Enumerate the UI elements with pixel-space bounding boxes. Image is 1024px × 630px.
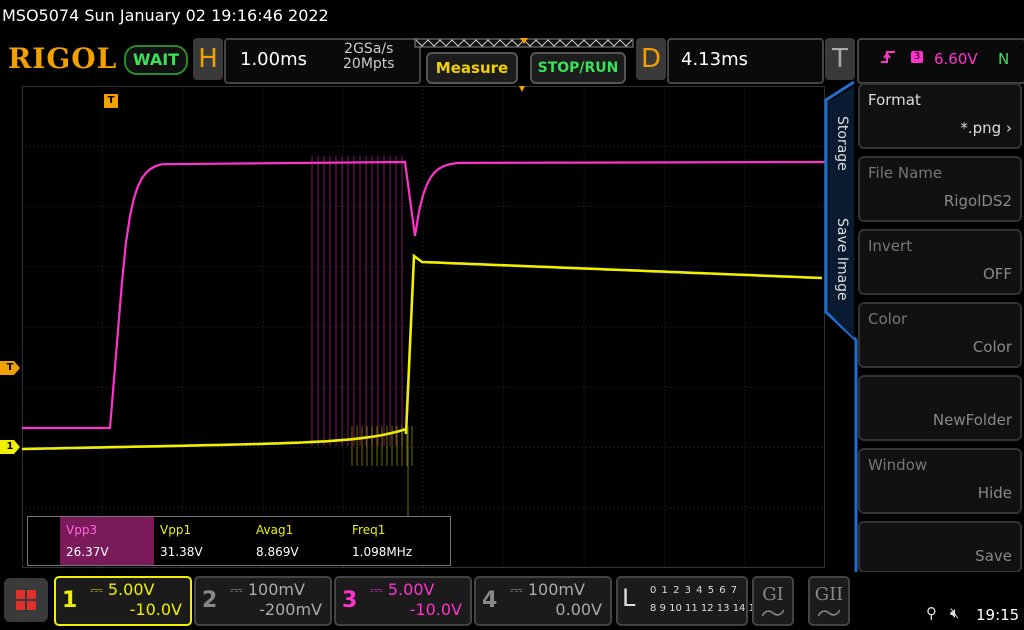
menu-new-folder[interactable]: NewFolder: [858, 375, 1022, 441]
usb-icon: ⚲: [926, 604, 937, 622]
rising-edge-icon: [880, 49, 896, 69]
dc-coupling-icon: ⎓: [230, 580, 243, 599]
logic-channels-row2: 8 9 10 11 12 13 14 15: [650, 603, 762, 614]
measurement-freq1[interactable]: Freq1 1.098MHz: [346, 517, 440, 565]
delay-value: 4.13ms: [681, 49, 748, 70]
measurement-vpp3[interactable]: Vpp3 26.37V: [60, 517, 154, 565]
dc-coupling-icon: ⎓: [90, 580, 103, 599]
trigger-label[interactable]: T: [825, 38, 855, 80]
rigol-logo: RIGOL: [8, 42, 118, 75]
decoder-2-button[interactable]: GII: [808, 576, 850, 626]
logic-analyzer-label: L: [622, 584, 636, 612]
measurement-panel: Vpp3 26.37V Vpp1 31.38V Avag1 8.869V Fre…: [27, 516, 451, 566]
logic-channels-row1: 0 1 2 3 4 5 6 7: [650, 585, 739, 596]
clock: 19:15: [976, 606, 1020, 624]
window-title: MSO5074 Sun January 02 19:16:46 2022: [2, 6, 329, 25]
measure-button[interactable]: Measure: [426, 52, 518, 84]
memory-position-bar: [414, 38, 634, 48]
channel-2-box[interactable]: 2 ⎓ 100mV -200mV: [194, 576, 332, 626]
trigger-mode: N: [998, 50, 1010, 68]
tab-storage[interactable]: Storage: [834, 116, 850, 171]
channel-4-box[interactable]: 4 ⎓ 100mV 0.00V: [474, 576, 612, 626]
ch1-ground-marker[interactable]: 1: [0, 440, 20, 454]
trigger-level-marker[interactable]: T: [0, 361, 20, 375]
dc-coupling-icon: ⎓: [370, 580, 383, 599]
channel-1-box[interactable]: 1 ⎓ 5.00V -10.0V: [54, 576, 192, 626]
trigger-level: 6.60V: [934, 50, 978, 68]
menu-file-name[interactable]: File Name RigolDS2: [858, 156, 1022, 222]
stop-run-button[interactable]: STOP/RUN: [530, 52, 626, 84]
sample-rate: 2GSa/s: [344, 41, 394, 57]
wave-icon: [762, 609, 784, 617]
speaker-muted-icon[interactable]: 🔇︎: [950, 604, 959, 622]
delay-label[interactable]: D: [636, 38, 666, 80]
chevron-right-icon: ›: [1006, 119, 1012, 137]
memory-depth: 20Mpts: [343, 56, 395, 72]
tab-save-image[interactable]: Save Image: [834, 218, 850, 301]
menu-color[interactable]: Color Color: [858, 302, 1022, 368]
channel-3-box[interactable]: 3 ⎓ 5.00V -10.0V: [334, 576, 472, 626]
sample-rate-info: 2GSa/s 20Mpts: [343, 42, 395, 72]
decoder-1-button[interactable]: GI: [752, 576, 794, 626]
main-menu-button[interactable]: [4, 578, 48, 622]
trigger-top-marker[interactable]: T: [104, 94, 118, 108]
timebase-scale: 1.00ms: [240, 49, 307, 70]
dc-coupling-icon: ⎓: [510, 580, 523, 599]
measurement-vpp1[interactable]: Vpp1 31.38V: [154, 517, 248, 565]
wave-icon: [818, 609, 840, 617]
menu-save[interactable]: Save: [858, 521, 1022, 573]
menu-invert[interactable]: Invert OFF: [858, 229, 1022, 295]
grid-menu-icon: [16, 590, 36, 610]
run-status-badge: WAIT: [124, 45, 188, 75]
trigger-source-badge: 3: [911, 51, 923, 63]
menu-window[interactable]: Window Hide: [858, 448, 1022, 514]
menu-format[interactable]: Format *.png ›: [858, 83, 1022, 149]
waveform-display[interactable]: [22, 86, 825, 568]
logic-analyzer-box[interactable]: [616, 576, 748, 626]
horizontal-label[interactable]: H: [193, 38, 223, 80]
measurement-avag1[interactable]: Avag1 8.869V: [250, 517, 344, 565]
